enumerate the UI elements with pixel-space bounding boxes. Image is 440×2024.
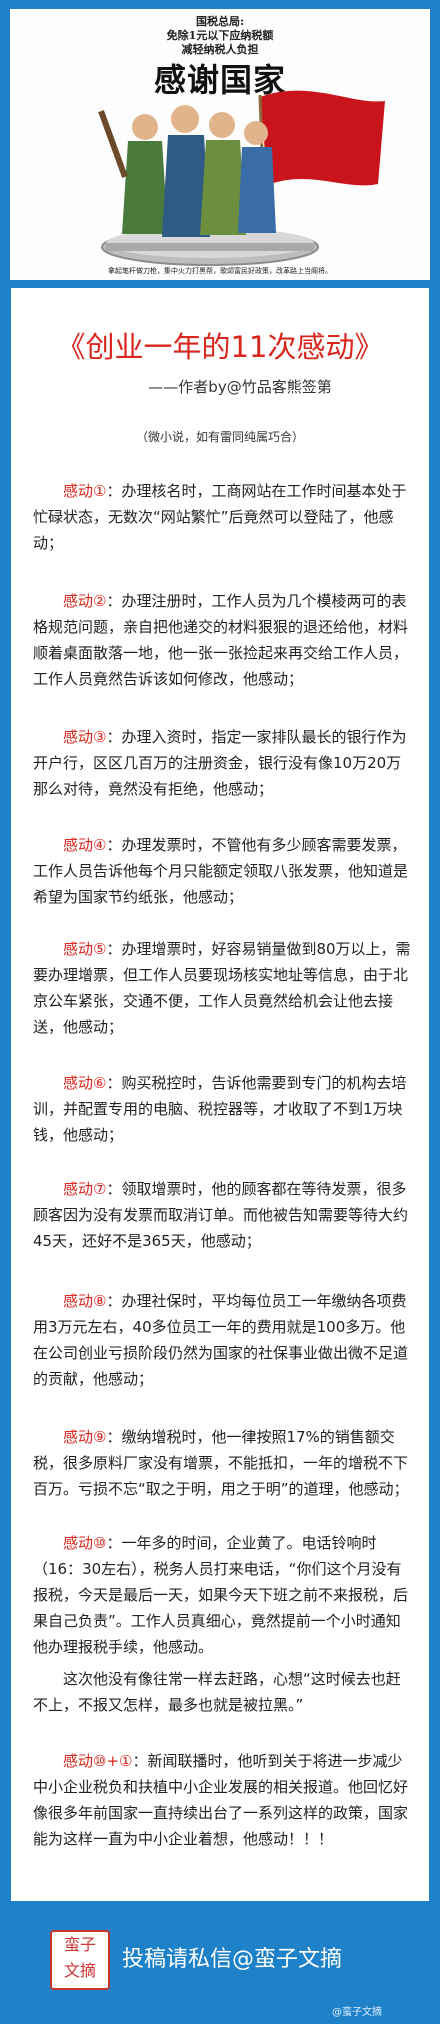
figures-group (98, 105, 276, 237)
paragraph-8: 感动⑧：办理社保时，平均每位员工一年缴纳各项费用3万元左右，40多位员工一年的费… (33, 1288, 411, 1392)
seal-row: 文摘 (63, 1961, 96, 1980)
paragraph-5: 感动⑤：办理增票时，好容易销量做到80万以上，需要办理增票，但工作人员要现场核实… (33, 936, 411, 1040)
paragraph-label: 感动④ (63, 836, 107, 854)
paragraph-label: 感动⑦ (63, 1180, 107, 1198)
poster-caption: 拿起笔杆做刀枪，集中火力打黑帮，歌颂富民好政策，改革路上当阁将。 (108, 267, 332, 275)
paragraph-10: 感动⑩：一年多的时间，企业黄了。电话铃响时（16：30左右），税务人员打来电话，… (33, 1530, 411, 1660)
article-note: （微小说，如有雷同纯属巧合） (135, 430, 304, 444)
seal-row: 蛮子 (63, 1935, 96, 1954)
footer: 蛮子文摘 投稿请私信@蛮子文摘 @蛮子文摘 (0, 1905, 440, 2024)
seal-logo-text: 蛮子 文摘 (52, 1932, 108, 1988)
paragraph-label: 感动② (63, 592, 107, 610)
watermark: @蛮子文摘 (332, 2007, 382, 2018)
article-author: ——作者by@竹品客熊签第 (148, 378, 332, 396)
paragraph-label: 感动③ (63, 728, 107, 746)
paragraph-text: 这次他没有像往常一样去赶路，心想“这时候去也赶不上，不报又怎样，最多也就是被拉黑… (33, 1670, 401, 1714)
paragraph-label: 感动⑥ (63, 1074, 107, 1092)
poster-illustration (98, 90, 385, 266)
article-card: 《创业一年的11次感动》 ——作者by@竹品客熊签第 （微小说，如有雷同纯属巧合… (11, 288, 429, 1901)
paragraph-label: 感动⑨ (63, 1428, 107, 1446)
paragraph-label: 感动① (63, 482, 107, 500)
paragraph-6: 感动⑥：购买税控时，告诉他需要到专门的机构去培训，并配置专用的电脑、税控器等，才… (33, 1070, 411, 1148)
paragraph-label: 感动⑩+① (63, 1752, 133, 1770)
paragraph-9: 感动⑨：缴纳增税时，他一律按照17%的销售额交税，很多原料厂家没有增票，不能抵扣… (33, 1424, 411, 1502)
paragraph-3: 感动③：办理入资时，指定一家排队最长的银行作为开户行，区区几百万的注册资金，银行… (33, 724, 411, 802)
paragraph-label: 感动⑩ (63, 1534, 107, 1552)
paragraph-2: 感动②：办理注册时，工作人员为几个模棱两可的表格规范问题，亲自把他递交的材料狠狠… (33, 588, 411, 692)
paragraph-11: 这次他没有像往常一样去赶路，心想“这时候去也赶不上，不报又怎样，最多也就是被拉黑… (33, 1666, 411, 1718)
paragraph-label: 感动⑤ (63, 940, 107, 958)
paragraph-text: ：一年多的时间，企业黄了。电话铃响时（16：30左右），税务人员打来电话，“你们… (33, 1534, 409, 1656)
paragraph-7: 感动⑦：领取增票时，他的顾客都在等待发票，很多顾客因为没有发票而取消订单。而他被… (33, 1176, 411, 1254)
paragraph-12: 感动⑩+①：新闻联播时，他听到关于将进一步减少中小企业税负和扶植中小企业发展的相… (33, 1748, 411, 1852)
paragraph-label: 感动⑧ (63, 1292, 107, 1310)
submission-notice: 投稿请私信@蛮子文摘 (122, 1947, 343, 1972)
article-title: 《创业一年的11次感动》 (56, 330, 384, 364)
paragraph-4: 感动④：办理发票时，不管他有多少顾客需要发票，工作人员告诉他每个月只能额定领取八… (33, 832, 411, 910)
header-poster: 国税总局: 免除1元以下应纳税额 减轻纳税人负担 感谢国家 拿起笔杆做刀枪，集中… (10, 9, 430, 280)
paragraph-1: 感动①：办理核名时，工商网站在工作时间基本处于忙碌状态，无数次“网站繁忙”后竟然… (33, 478, 411, 556)
red-flag-icon (260, 90, 385, 186)
seal-logo: 蛮子 文摘 (50, 1930, 110, 1990)
